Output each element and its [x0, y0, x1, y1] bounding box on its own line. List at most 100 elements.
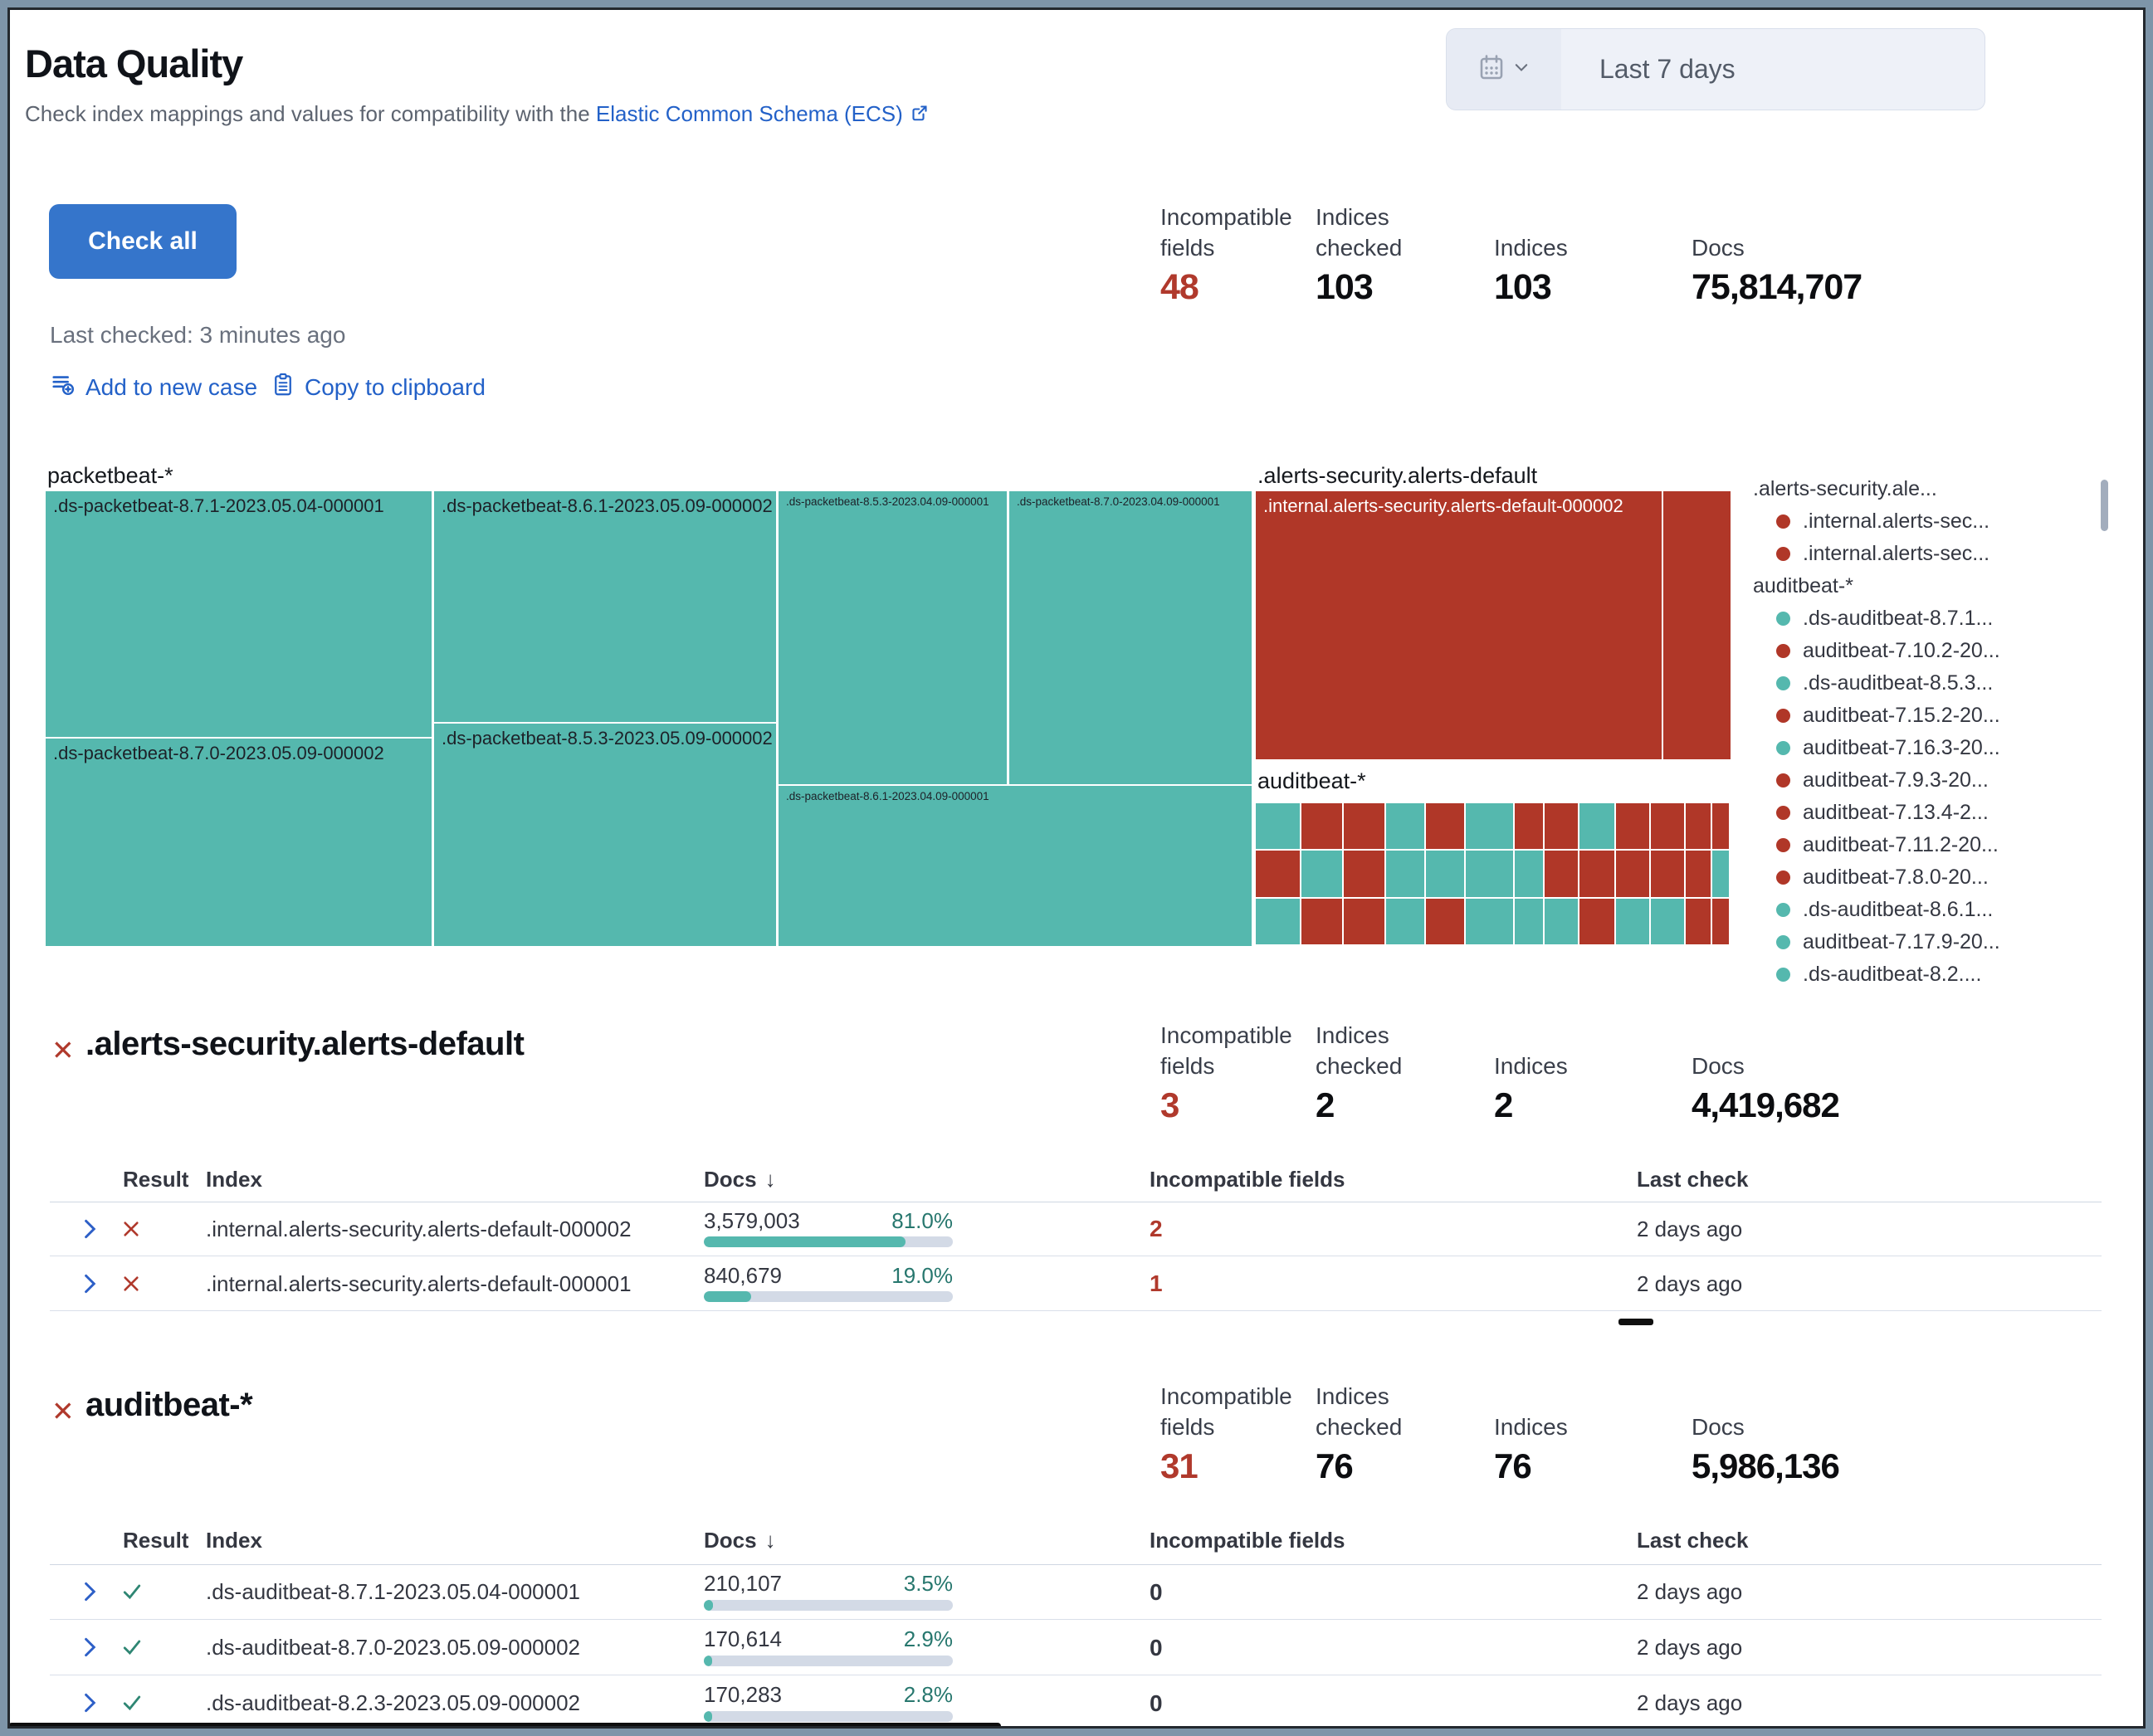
- incompatible-fields-count: 2: [1150, 1202, 1163, 1256]
- legend-item[interactable]: .internal.alerts-sec...: [1753, 505, 2085, 538]
- treemap-tile-auditbeat[interactable]: [1466, 851, 1513, 896]
- treemap-tile-auditbeat[interactable]: [1344, 851, 1384, 896]
- date-range-value[interactable]: Last 7 days: [1561, 29, 1985, 110]
- treemap-tile-auditbeat[interactable]: [1712, 851, 1729, 896]
- legend-item[interactable]: auditbeat-7.15.2-20...: [1753, 700, 2085, 732]
- legend-item[interactable]: auditbeat-7.9.3-20...: [1753, 764, 2085, 797]
- column-header-index[interactable]: Index: [206, 1167, 262, 1192]
- treemap-tile-auditbeat[interactable]: [1426, 899, 1464, 944]
- date-range-picker[interactable]: Last 7 days: [1446, 28, 1985, 110]
- treemap-tile-auditbeat[interactable]: [1256, 803, 1300, 849]
- legend-item[interactable]: .ds-auditbeat-8.6.1...: [1753, 894, 2085, 926]
- stat-indices: Indices2: [1494, 1020, 1677, 1125]
- treemap-tile-auditbeat[interactable]: [1651, 899, 1684, 944]
- stat-docs: Docs5,986,136: [1692, 1381, 1965, 1486]
- legend-item[interactable]: auditbeat-7.11.2-20...: [1753, 829, 2085, 861]
- treemap-tile-packetbeat[interactable]: .ds-packetbeat-8.6.1-2023.05.09-000002: [434, 491, 776, 722]
- expand-row-chevron-icon[interactable]: [78, 1564, 101, 1619]
- ecs-link[interactable]: Elastic Common Schema (ECS): [596, 101, 903, 126]
- treemap-tile-auditbeat[interactable]: [1616, 899, 1649, 944]
- treemap-tile-auditbeat[interactable]: [1616, 851, 1649, 896]
- treemap-tile-auditbeat[interactable]: [1579, 851, 1614, 896]
- expand-row-chevron-icon[interactable]: [78, 1256, 101, 1310]
- treemap-tile-auditbeat[interactable]: [1579, 899, 1614, 944]
- column-header-docs[interactable]: Docs↓: [704, 1167, 776, 1192]
- treemap-tile-auditbeat[interactable]: [1579, 803, 1614, 849]
- treemap-tile-packetbeat[interactable]: .ds-packetbeat-8.7.0-2023.04.09-000001: [1009, 491, 1252, 784]
- treemap-tile-auditbeat[interactable]: [1515, 899, 1544, 944]
- treemap-tile-auditbeat[interactable]: [1466, 803, 1513, 849]
- treemap-tile-auditbeat[interactable]: [1426, 851, 1464, 896]
- date-picker-quick-menu[interactable]: [1447, 29, 1561, 110]
- treemap-tile-auditbeat[interactable]: [1686, 899, 1711, 944]
- treemap-tile-auditbeat[interactable]: [1344, 899, 1384, 944]
- legend-dot-icon: [1776, 709, 1790, 723]
- treemap-tile-auditbeat[interactable]: [1386, 899, 1424, 944]
- treemap-tile-auditbeat[interactable]: [1545, 803, 1578, 849]
- treemap-tile-auditbeat[interactable]: [1301, 803, 1342, 849]
- column-header-docs[interactable]: Docs↓: [704, 1528, 776, 1553]
- treemap-tile-auditbeat[interactable]: [1466, 899, 1513, 944]
- legend-item[interactable]: .ds-auditbeat-8.7.1...: [1753, 602, 2085, 635]
- treemap-tile-packetbeat[interactable]: .ds-packetbeat-8.5.3-2023.04.09-000001: [779, 491, 1007, 784]
- treemap-tile-auditbeat[interactable]: [1712, 899, 1729, 944]
- treemap-tile-packetbeat[interactable]: .ds-packetbeat-8.5.3-2023.05.09-000002: [434, 724, 776, 946]
- column-header-index[interactable]: Index: [206, 1528, 262, 1553]
- treemap-tile-auditbeat[interactable]: [1616, 803, 1649, 849]
- treemap-tile-auditbeat[interactable]: [1386, 803, 1424, 849]
- column-header-incompatible-fields[interactable]: Incompatible fields: [1150, 1167, 1345, 1192]
- section-title-auditbeat-: auditbeat-*: [85, 1387, 252, 1424]
- chevron-down-icon: [1512, 58, 1531, 80]
- docs-progress-fill: [704, 1656, 712, 1666]
- legend-item[interactable]: auditbeat-7.13.4-2...: [1753, 797, 2085, 829]
- treemap-tile-alerts[interactable]: [1663, 491, 1731, 759]
- legend-item-label: .ds-auditbeat-8.6.1...: [1803, 898, 1993, 922]
- column-header-last-check[interactable]: Last check: [1637, 1167, 1748, 1192]
- add-to-new-case-button[interactable]: Add to new case: [51, 372, 257, 402]
- check-all-button[interactable]: Check all: [49, 204, 237, 279]
- treemap-tile-auditbeat[interactable]: [1426, 803, 1464, 849]
- legend-item[interactable]: auditbeat-7.8.0-20...: [1753, 861, 2085, 894]
- treemap-tile-auditbeat[interactable]: [1301, 851, 1342, 896]
- treemap-tile-auditbeat[interactable]: [1256, 899, 1300, 944]
- copy-to-clipboard-button[interactable]: Copy to clipboard: [271, 372, 486, 402]
- legend-item[interactable]: .ds-auditbeat-8.2....: [1753, 958, 2085, 991]
- treemap-tile-auditbeat[interactable]: [1712, 803, 1729, 849]
- treemap-tile-auditbeat[interactable]: [1256, 851, 1300, 896]
- expand-row-chevron-icon[interactable]: [78, 1202, 101, 1256]
- treemap-tile-auditbeat[interactable]: [1686, 851, 1711, 896]
- legend-item[interactable]: .ds-auditbeat-8.5.3...: [1753, 667, 2085, 700]
- docs-count: 840,679: [704, 1263, 782, 1288]
- treemap-tile-auditbeat[interactable]: [1545, 899, 1578, 944]
- column-header-last-check[interactable]: Last check: [1637, 1528, 1748, 1553]
- treemap-tile-auditbeat[interactable]: [1301, 899, 1342, 944]
- treemap-group-title-alerts: .alerts-security.alerts-default: [1257, 463, 1537, 489]
- stat-indices-checked: Indices checked2: [1316, 1020, 1423, 1125]
- treemap-tile-packetbeat[interactable]: .ds-packetbeat-8.6.1-2023.04.09-000001: [779, 786, 1252, 946]
- stat-value: 103: [1494, 267, 1677, 308]
- expand-row-chevron-icon[interactable]: [78, 1620, 101, 1675]
- treemap-tile-auditbeat[interactable]: [1386, 851, 1424, 896]
- treemap-tile-alerts[interactable]: .internal.alerts-security.alerts-default…: [1256, 491, 1662, 759]
- treemap-tile-auditbeat[interactable]: [1515, 803, 1544, 849]
- legend-scrollbar-thumb[interactable]: [2101, 480, 2108, 531]
- column-header-result[interactable]: Result: [123, 1528, 188, 1553]
- treemap-tile-auditbeat[interactable]: [1545, 851, 1578, 896]
- legend-item[interactable]: auditbeat-7.16.3-20...: [1753, 732, 2085, 764]
- treemap-tile-auditbeat[interactable]: [1515, 851, 1544, 896]
- treemap-tile-packetbeat[interactable]: .ds-packetbeat-8.7.1-2023.05.04-000001: [46, 491, 432, 737]
- column-header-result[interactable]: Result: [123, 1167, 188, 1192]
- column-header-incompatible-fields[interactable]: Incompatible fields: [1150, 1528, 1345, 1553]
- treemap-tile-auditbeat[interactable]: [1344, 803, 1384, 849]
- table-horizontal-scrollbar[interactable]: [1618, 1319, 1653, 1325]
- page-subtitle: Check index mappings and values for comp…: [25, 101, 930, 129]
- legend-item[interactable]: .internal.alerts-sec...: [1753, 538, 2085, 570]
- legend-item[interactable]: auditbeat-7.17.9-20...: [1753, 926, 2085, 958]
- treemap-tile-auditbeat[interactable]: [1686, 803, 1711, 849]
- legend-item[interactable]: auditbeat-7.10.2-20...: [1753, 635, 2085, 667]
- treemap-tile-packetbeat[interactable]: .ds-packetbeat-8.7.0-2023.05.09-000002: [46, 739, 432, 946]
- page-horizontal-scrollbar[interactable]: [8, 1723, 1001, 1730]
- external-link-icon: [910, 103, 930, 129]
- treemap-tile-auditbeat[interactable]: [1651, 851, 1684, 896]
- treemap-tile-auditbeat[interactable]: [1651, 803, 1684, 849]
